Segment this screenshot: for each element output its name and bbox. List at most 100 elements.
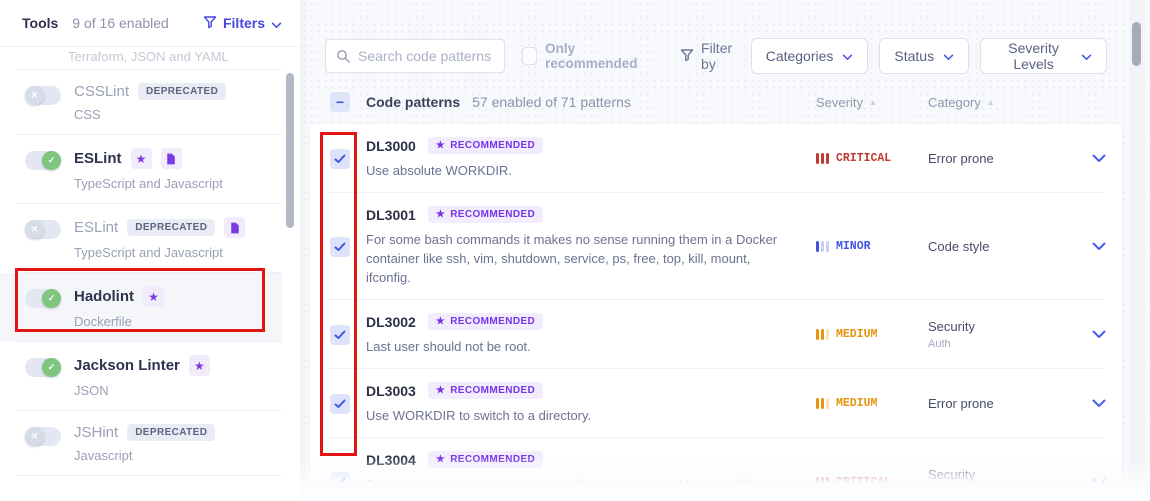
pattern-checkbox-checked[interactable] bbox=[330, 236, 350, 257]
tool-item-partial[interactable]: Terraform, JSON and YAML bbox=[0, 47, 282, 70]
document-icon bbox=[160, 148, 182, 169]
status-dropdown[interactable]: Status bbox=[879, 38, 970, 74]
expand-chevron-icon[interactable] bbox=[1076, 154, 1122, 163]
funnel-icon bbox=[203, 15, 217, 32]
pattern-description: Use WORKDIR to switch to a directory. bbox=[366, 408, 592, 423]
pattern-id: DL3003 bbox=[366, 382, 416, 399]
star-icon: ★ bbox=[435, 316, 446, 327]
pattern-row: DL3001 ★ RECOMMENDED For some bash comman… bbox=[310, 193, 1122, 300]
search-input[interactable] bbox=[326, 40, 504, 72]
column-header-severity[interactable]: Severity ▲ bbox=[816, 95, 928, 110]
severity-levels-dropdown-label: Severity Levels bbox=[1008, 40, 1059, 72]
column-header-category[interactable]: Category ▲ bbox=[928, 95, 1076, 110]
toggle-cross-icon: ✕ bbox=[25, 427, 44, 446]
severity-label: MEDIUM bbox=[836, 397, 878, 410]
pattern-checkbox-checked[interactable] bbox=[330, 324, 350, 345]
patterns-table-header: − Code patterns 57 enabled of 71 pattern… bbox=[310, 92, 1122, 112]
pattern-checkbox-checked[interactable] bbox=[330, 393, 350, 414]
tool-subtitle: Javascript bbox=[74, 448, 133, 463]
toggle-off[interactable]: ✕ bbox=[25, 427, 61, 446]
category-cell: Error prone bbox=[928, 151, 1076, 166]
category-label: Security bbox=[928, 319, 975, 334]
funnel-icon bbox=[680, 48, 694, 65]
recommended-badge: ★ RECOMMENDED bbox=[427, 313, 544, 330]
expand-chevron-icon[interactable] bbox=[1076, 242, 1122, 251]
toggle-check-icon: ✓ bbox=[42, 289, 61, 308]
filter-by: Filter by bbox=[680, 40, 740, 72]
expand-chevron-icon[interactable] bbox=[1076, 478, 1122, 487]
sidebar-scrollbar[interactable] bbox=[286, 73, 294, 228]
select-all-checkbox-indeterminate[interactable]: − bbox=[330, 92, 350, 112]
subcategory-label: Auth bbox=[928, 485, 951, 498]
pattern-row: DL3002 ★ RECOMMENDED Last user should not… bbox=[310, 300, 1122, 369]
pattern-id: DL3001 bbox=[366, 206, 416, 223]
severity-bars-icon bbox=[816, 153, 829, 164]
pattern-checkbox-checked[interactable] bbox=[330, 472, 350, 492]
star-icon: ★ bbox=[435, 454, 446, 465]
severity-label: MEDIUM bbox=[836, 328, 878, 341]
recommended-badge: ★ RECOMMENDED bbox=[427, 382, 544, 399]
tool-name: CSSLint bbox=[74, 83, 130, 100]
tool-name: ESLint bbox=[74, 219, 119, 236]
tool-item-eslint[interactable]: ✓ ESLint ★ TypeScript and Javascript bbox=[0, 135, 282, 204]
category-label: Security bbox=[928, 466, 975, 482]
pattern-row: DL3004 ★ RECOMMENDED Do not use sudo as i… bbox=[310, 438, 1122, 501]
tool-subtitle: TypeScript and Javascript bbox=[74, 245, 223, 260]
severity-bars-icon bbox=[816, 398, 829, 409]
categories-dropdown-label: Categories bbox=[765, 48, 834, 64]
pattern-description: Do not use sudo as it leads to unpredict… bbox=[366, 477, 761, 501]
pattern-description: For some bash commands it makes no sense… bbox=[366, 232, 778, 285]
patterns-card: DL3000 ★ RECOMMENDED Use absolute WORKDIR… bbox=[310, 124, 1122, 501]
tool-name: Jackson Linter bbox=[74, 357, 180, 374]
tool-subtitle: Terraform, JSON and YAML bbox=[68, 49, 229, 64]
recommended-label: RECOMMENDED bbox=[450, 209, 536, 220]
only-recommended-control[interactable]: Only recommended bbox=[521, 41, 650, 71]
tool-item-eslint-deprecated[interactable]: ✕ ESLint DEPRECATED TypeScript and Javas… bbox=[0, 204, 282, 273]
page-scrollbar-thumb[interactable] bbox=[1132, 22, 1141, 66]
search-box bbox=[325, 39, 505, 73]
tool-subtitle: CSS bbox=[74, 107, 101, 122]
toggle-off[interactable]: ✕ bbox=[25, 86, 61, 105]
tool-item-csslint[interactable]: ✕ CSSLint DEPRECATED CSS bbox=[0, 70, 282, 135]
categories-dropdown[interactable]: Categories bbox=[750, 38, 869, 74]
tools-count: 9 of 16 enabled bbox=[72, 15, 169, 31]
filters-button[interactable]: Filters bbox=[203, 15, 282, 32]
subcategory-label: Auth bbox=[928, 338, 951, 350]
toggle-cross-icon: ✕ bbox=[25, 220, 44, 239]
severity-levels-dropdown[interactable]: Severity Levels bbox=[980, 38, 1107, 74]
toggle-on[interactable]: ✓ bbox=[25, 358, 61, 377]
star-icon: ★ bbox=[435, 140, 446, 151]
chevron-down-icon bbox=[842, 48, 853, 64]
expand-chevron-icon[interactable] bbox=[1076, 399, 1122, 408]
toggle-on[interactable]: ✓ bbox=[25, 151, 61, 170]
search-icon bbox=[336, 49, 350, 68]
pattern-checkbox-checked[interactable] bbox=[330, 148, 350, 169]
toggle-off[interactable]: ✕ bbox=[25, 220, 61, 239]
star-icon: ★ bbox=[130, 148, 152, 169]
sort-asc-icon: ▲ bbox=[868, 97, 877, 107]
app-root: Tools 9 of 16 enabled Filters Terraform,… bbox=[0, 0, 1150, 501]
deprecated-badge: DEPRECATED bbox=[138, 83, 227, 100]
tool-item-hadolint[interactable]: ✓ Hadolint ★ Dockerfile bbox=[0, 273, 282, 342]
tool-name: JSHint bbox=[74, 424, 119, 441]
severity-label: MINOR bbox=[836, 240, 871, 253]
toggle-on[interactable]: ✓ bbox=[25, 289, 61, 308]
toggle-check-icon: ✓ bbox=[42, 151, 61, 170]
pattern-row: DL3003 ★ RECOMMENDED Use WORKDIR to switc… bbox=[310, 369, 1122, 438]
pattern-id: DL3000 bbox=[366, 137, 416, 154]
expand-chevron-icon[interactable] bbox=[1076, 330, 1122, 339]
chevron-down-icon bbox=[1081, 48, 1092, 64]
severity-label: CRITICAL bbox=[836, 475, 892, 489]
table-title: Code patterns bbox=[366, 94, 461, 110]
tool-list: Terraform, JSON and YAML ✕ CSSLint DEPRE… bbox=[0, 47, 300, 476]
recommended-badge: ★ RECOMMENDED bbox=[427, 451, 544, 468]
chevron-down-icon bbox=[943, 48, 954, 64]
category-label: Code style bbox=[928, 239, 990, 254]
tool-item-jshint[interactable]: ✕ JSHint DEPRECATED Javascript bbox=[0, 411, 282, 476]
table-summary: 57 enabled of 71 patterns bbox=[472, 94, 631, 110]
sort-asc-icon: ▲ bbox=[986, 97, 995, 107]
tool-item-jackson-linter[interactable]: ✓ Jackson Linter ★ JSON bbox=[0, 342, 282, 411]
deprecated-badge: DEPRECATED bbox=[127, 424, 216, 441]
pattern-description: Last user should not be root. bbox=[366, 339, 531, 354]
only-recommended-checkbox[interactable] bbox=[521, 47, 538, 65]
